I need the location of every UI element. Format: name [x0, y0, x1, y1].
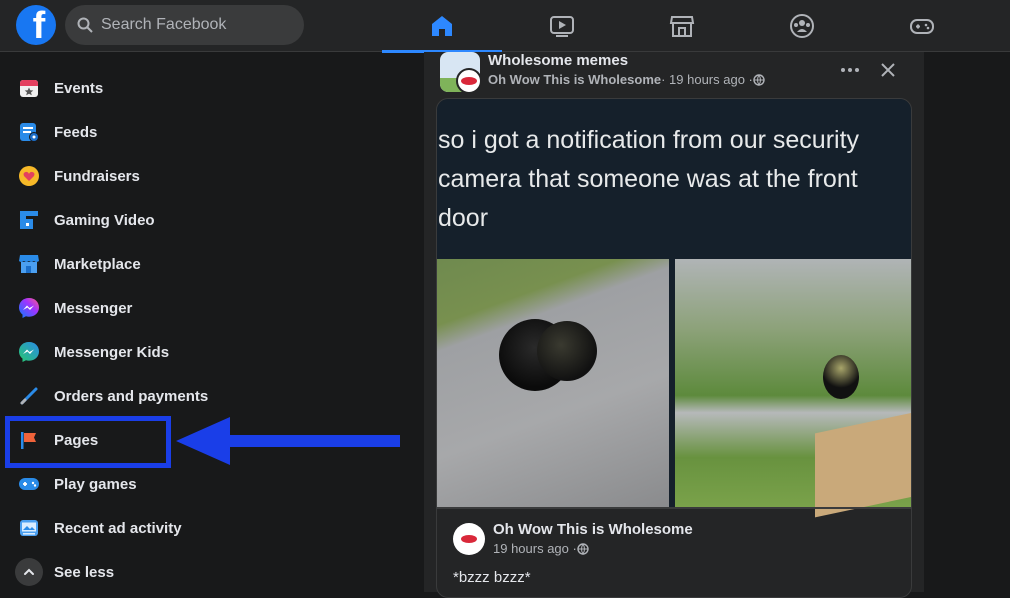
- post-meta: Oh Wow This is Wholesome · 19 hours ago …: [488, 72, 765, 87]
- globe-icon: [577, 542, 589, 555]
- sidebar-item-fundraisers[interactable]: Fundraisers: [10, 156, 210, 196]
- sidebar-item-feeds[interactable]: Feeds: [10, 112, 210, 152]
- sidebar-item-orders-and-payments[interactable]: Orders and payments: [10, 376, 210, 416]
- sidebar-item-messenger[interactable]: Messenger: [10, 288, 210, 328]
- card-divider: [437, 507, 911, 509]
- globe-icon: [753, 73, 765, 86]
- meme-image[interactable]: so i got a notification from our securit…: [437, 99, 911, 518]
- red-blob-logo: [461, 535, 477, 543]
- shared-post-header: Oh Wow This is Wholesome 19 hours ago ·: [453, 519, 893, 563]
- pointer-arrow: [176, 417, 400, 465]
- shop-icon: [18, 253, 40, 275]
- more-options-button[interactable]: [834, 54, 866, 86]
- sidebar-item-label: Gaming Video: [54, 211, 155, 229]
- sidebar-item-label: Recent ad activity: [54, 519, 182, 537]
- bumblebee-large-body: [537, 321, 597, 381]
- search-icon: [77, 17, 93, 33]
- chevron-up-icon: [15, 558, 43, 586]
- sidebar-item-label: See less: [54, 563, 115, 581]
- sidebar-item-gaming-video[interactable]: Gaming Video: [10, 200, 210, 240]
- facebook-logo-letter: f: [32, 5, 46, 45]
- sidebar-item-label: Fundraisers: [54, 167, 140, 185]
- sidebar-item-see-less[interactable]: See less: [10, 552, 210, 592]
- search-input[interactable]: [101, 16, 291, 34]
- wooden-step: [815, 412, 911, 518]
- sidebar-item-marketplace[interactable]: Marketplace: [10, 244, 210, 284]
- left-sidebar: Events Feeds Fundraisers Gaming Video Ma…: [0, 52, 420, 592]
- gaming-video-icon: [18, 209, 40, 231]
- post-header: Wholesome memes Oh Wow This is Wholesome…: [440, 52, 910, 98]
- bee-photo-left: [437, 259, 669, 507]
- calendar-icon: [18, 77, 40, 99]
- pen-icon: [18, 385, 40, 407]
- group-name[interactable]: Wholesome memes: [488, 52, 628, 69]
- shared-post-time[interactable]: 19 hours ago ·: [493, 541, 577, 556]
- sidebar-item-label: Play games: [54, 475, 137, 493]
- sidebar-item-label: Orders and payments: [54, 387, 209, 405]
- groups-icon: [790, 14, 814, 38]
- sidebar-item-events[interactable]: Events: [10, 68, 210, 108]
- gaming-icon: [910, 19, 934, 34]
- marketplace-icon: [669, 16, 695, 37]
- bee-photo-right: [675, 259, 911, 518]
- meme-caption: so i got a notification from our securit…: [438, 126, 860, 232]
- main-nav-tabs: [382, 0, 982, 53]
- hide-post-button[interactable]: [872, 54, 904, 86]
- watch-tab[interactable]: [502, 0, 622, 52]
- home-icon: [432, 16, 452, 36]
- sidebar-item-play-games[interactable]: Play games: [10, 464, 210, 504]
- sidebar-item-label: Messenger: [54, 299, 133, 317]
- sidebar-item-messenger-kids[interactable]: Messenger Kids: [10, 332, 210, 372]
- messenger-kids-icon: [18, 341, 40, 363]
- watch-icon: [550, 16, 574, 37]
- sidebar-item-recent-ad-activity[interactable]: Recent ad activity: [10, 508, 210, 548]
- facebook-logo[interactable]: f: [16, 5, 56, 45]
- messenger-icon: [18, 297, 40, 319]
- top-navigation-bar: f: [0, 0, 1010, 53]
- feeds-icon: [18, 121, 40, 143]
- page-avatar[interactable]: [453, 523, 485, 555]
- search-box[interactable]: [65, 5, 304, 45]
- sidebar-item-label: Feeds: [54, 123, 98, 141]
- sidebar-item-label: Events: [54, 79, 104, 97]
- gamepad-icon: [18, 473, 40, 495]
- home-tab[interactable]: [382, 0, 502, 53]
- pages-highlight-box: [5, 416, 171, 468]
- heart-icon: [18, 165, 40, 187]
- sidebar-item-label: Marketplace: [54, 255, 141, 273]
- red-blob-logo: [461, 77, 477, 85]
- shared-post-meta: 19 hours ago ·: [493, 541, 589, 556]
- more-icon: [841, 68, 859, 72]
- close-icon: [881, 63, 895, 77]
- marketplace-tab[interactable]: [622, 0, 742, 52]
- ad-icon: [18, 517, 40, 539]
- post-author[interactable]: Oh Wow This is Wholesome: [488, 72, 661, 87]
- groups-tab[interactable]: [742, 0, 862, 52]
- shared-post-text: *bzzz bzzz*: [453, 569, 531, 586]
- bumblebee-small: [823, 355, 859, 399]
- post-time[interactable]: · 19 hours ago ·: [661, 72, 753, 87]
- author-avatar[interactable]: [456, 68, 482, 94]
- sidebar-item-label: Messenger Kids: [54, 343, 170, 361]
- shared-post-card[interactable]: so i got a notification from our securit…: [436, 98, 912, 598]
- news-feed: Wholesome memes Oh Wow This is Wholesome…: [424, 52, 924, 598]
- gaming-tab[interactable]: [862, 0, 982, 52]
- page-name[interactable]: Oh Wow This is Wholesome: [493, 521, 693, 538]
